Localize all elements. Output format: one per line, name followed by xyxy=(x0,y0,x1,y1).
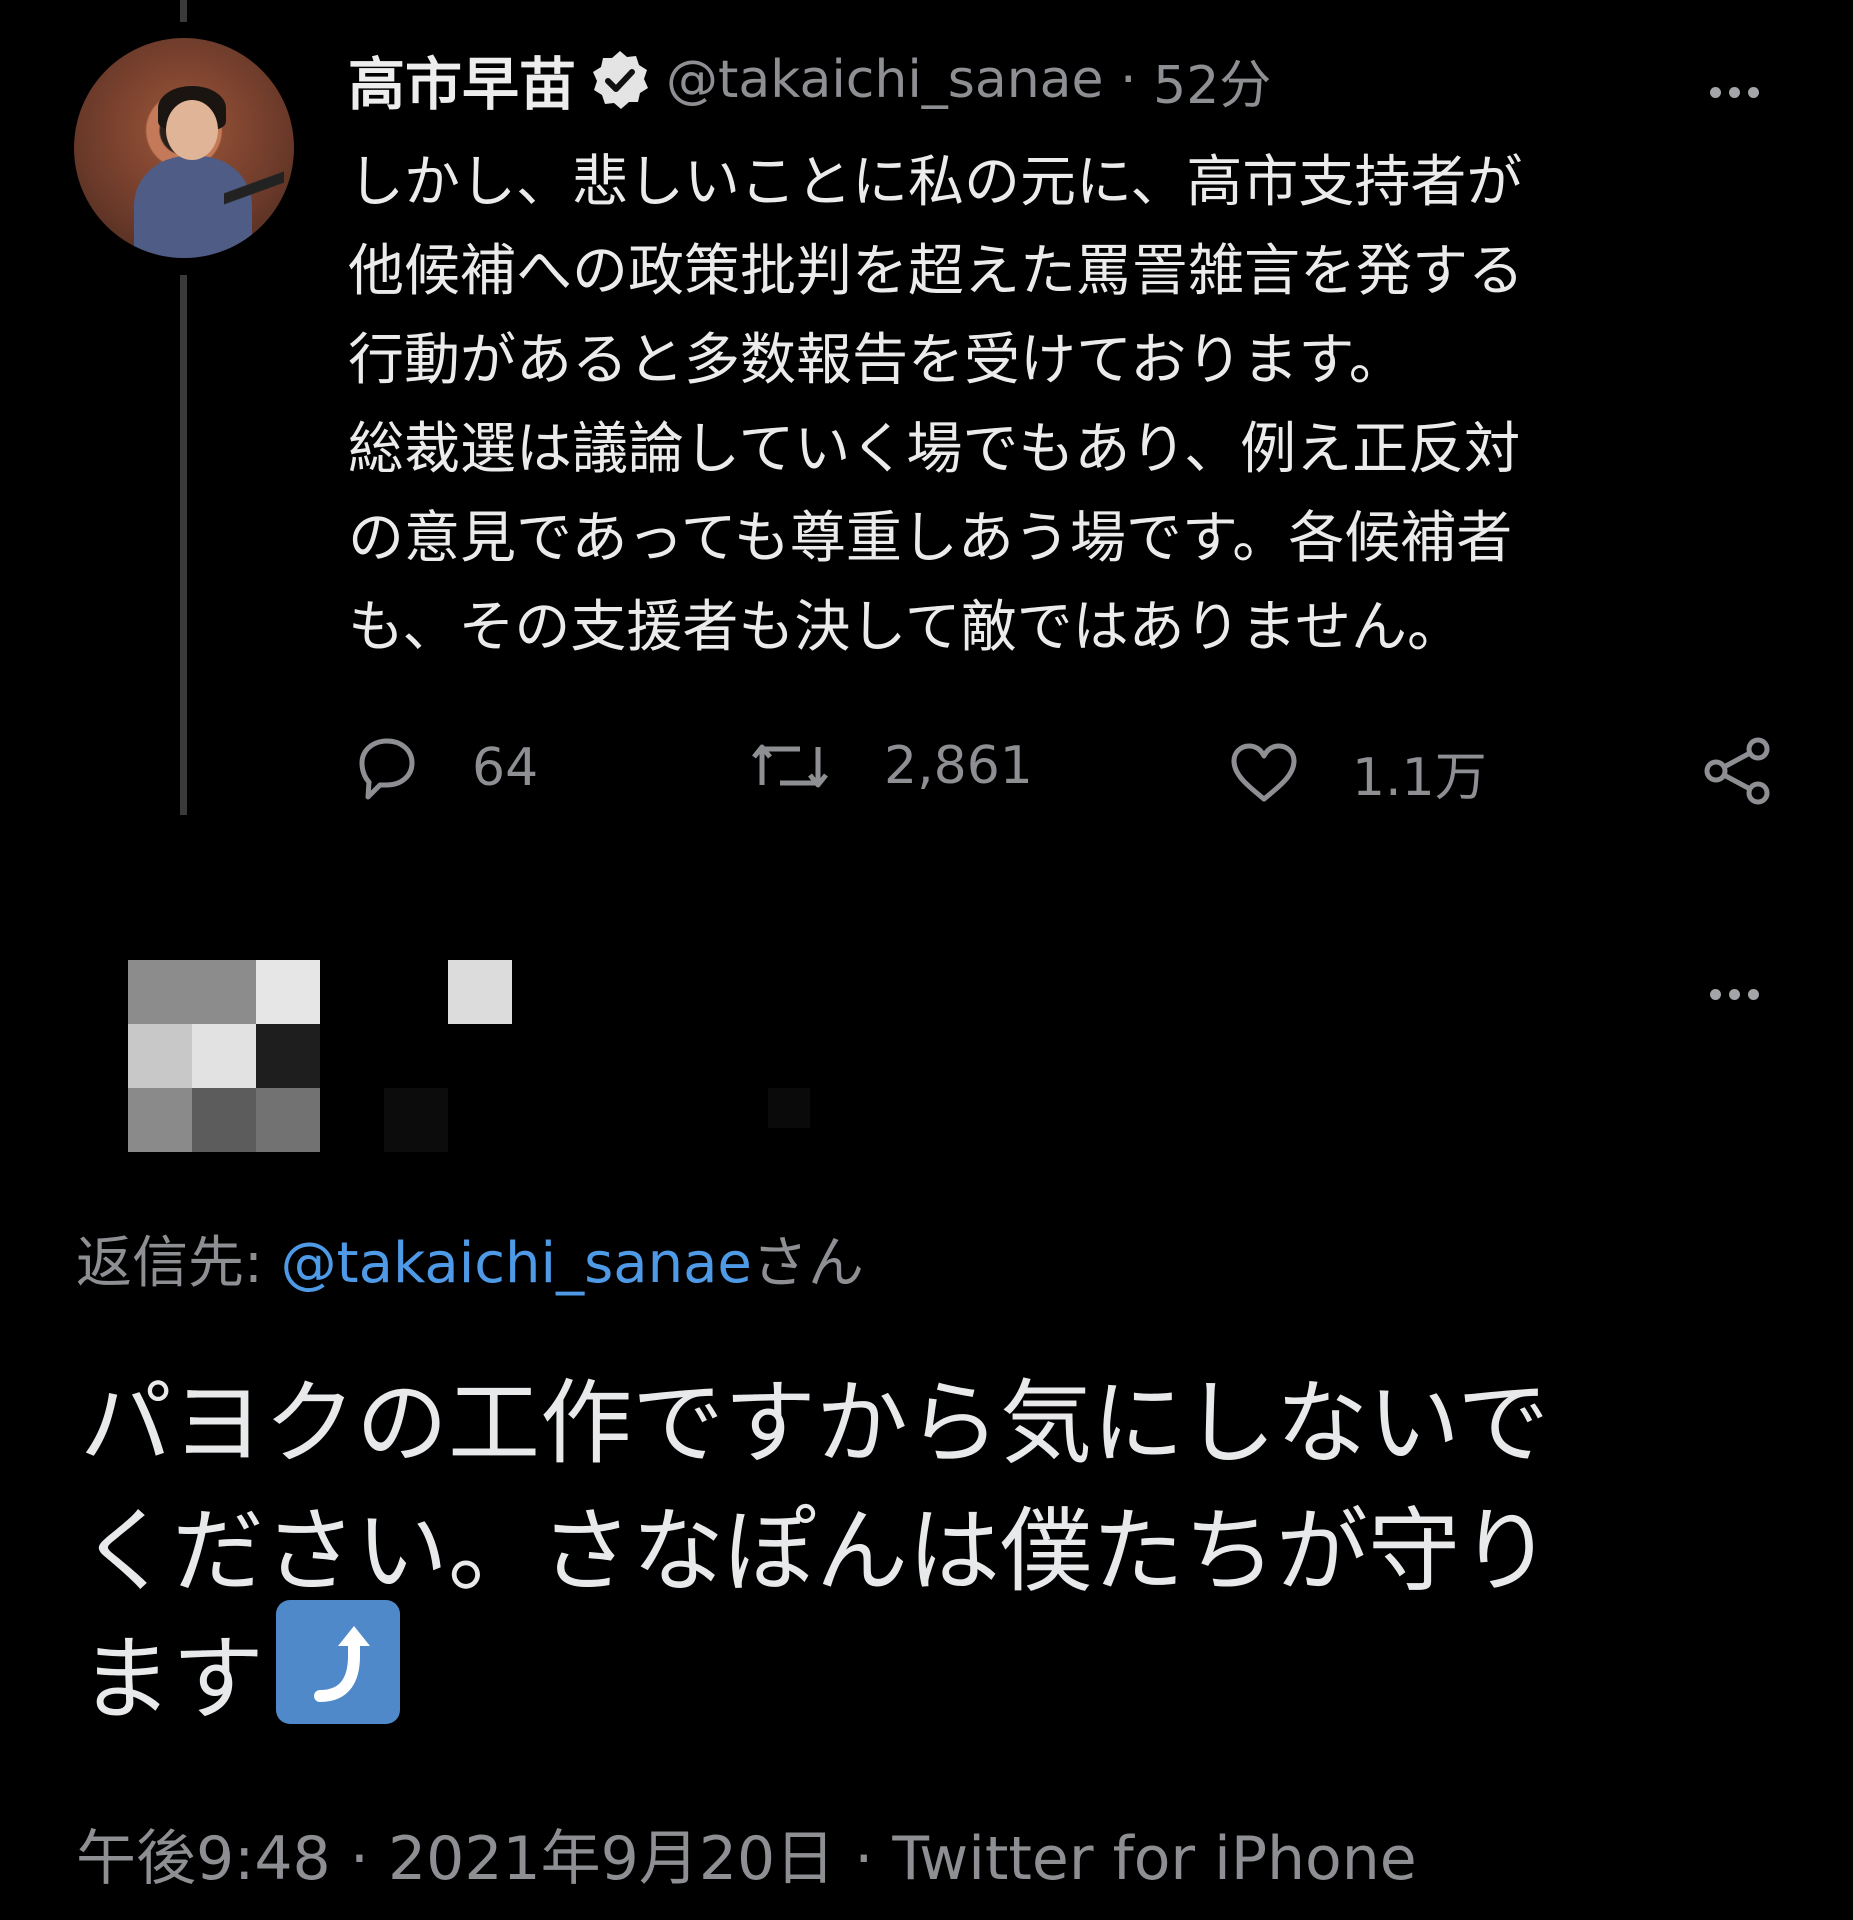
tweet-header: 高市早苗 @takaichi_sanae · 52分 xyxy=(348,40,1271,120)
tweet-text: しかし、悲しいことに私の元に、高市支持者が 他候補への政策批判を超えた罵詈雑言を発… xyxy=(348,138,1768,672)
retweet-count: 2,861 xyxy=(884,736,1033,796)
thread-line xyxy=(180,275,187,815)
tweet-text-line: も、その支援者も決して敵ではありません。 xyxy=(348,595,1463,660)
share-icon xyxy=(1704,737,1770,805)
like-button[interactable]: 1.1万 xyxy=(1228,735,1487,810)
reply-more-icon[interactable] xyxy=(1706,964,1763,1010)
like-count: 1.1万 xyxy=(1352,748,1487,808)
reply-to-line: 返信先: @takaichi_sanaeさん xyxy=(76,1218,864,1299)
share-button[interactable] xyxy=(1702,735,1826,807)
reply-date[interactable]: 2021年9月20日 xyxy=(388,1824,835,1894)
tweet-text-line: の意見であっても尊重しあう場です。各候補者 xyxy=(348,506,1513,571)
tweet-actions: 64 2,861 1.1万 xyxy=(0,735,1853,815)
reply-text-line: パヨクの工作ですから気にしないで xyxy=(80,1370,1550,1477)
reply-author-handle-pixelated-2 xyxy=(768,1088,810,1128)
reply-footer: 午後9:48 · 2021年9月20日 · Twitter for iPhone xyxy=(76,1810,1417,1897)
reply-count: 64 xyxy=(472,738,539,798)
author-avatar[interactable] xyxy=(74,38,294,258)
like-icon xyxy=(1231,743,1297,801)
reply-text-line: ください。さなぽんは僕たちが守り xyxy=(80,1498,1553,1605)
retweet-button[interactable]: 2,861 xyxy=(748,735,1033,797)
tweet-text-line: 総裁選は議論していく場でもあり、例え正反対 xyxy=(348,417,1521,482)
meta-separator: · xyxy=(1103,50,1154,110)
more-icon[interactable] xyxy=(1706,62,1763,108)
tweet-text-line: 行動があると多数報告を受けております。 xyxy=(348,328,1405,393)
reply-text: パヨクの工作ですから気にしないで ください。さなぽんは僕たちが守り ます xyxy=(80,1360,1780,1744)
author-name[interactable]: 高市早苗 xyxy=(348,39,576,121)
reply-time[interactable]: 午後9:48 xyxy=(76,1824,331,1894)
reply-to-mention[interactable]: @takaichi_sanae xyxy=(281,1231,752,1296)
arrow-up-emoji-icon xyxy=(276,1600,401,1724)
reply-client[interactable]: Twitter for iPhone xyxy=(892,1824,1416,1894)
verified-badge-icon xyxy=(593,51,648,109)
reply-to-prefix: 返信先: xyxy=(76,1231,281,1296)
reply-text-line-last: ます xyxy=(80,1600,1780,1744)
footer-separator: · xyxy=(835,1824,893,1894)
reply-icon xyxy=(359,738,415,800)
reply-avatar-pixelated[interactable] xyxy=(128,960,320,1152)
footer-separator: · xyxy=(330,1824,388,1894)
tweet-text-line: しかし、悲しいことに私の元に、高市支持者が xyxy=(348,150,1523,215)
tweet-time[interactable]: 52分 xyxy=(1153,43,1271,118)
reply-text-line: ます xyxy=(80,1626,265,1733)
reply-author-name-pixelated[interactable] xyxy=(448,960,512,1024)
retweet-icon xyxy=(752,744,828,788)
thread-line-top xyxy=(180,0,187,22)
reply-button[interactable]: 64 xyxy=(350,735,538,801)
reply-to-suffix: さん xyxy=(751,1231,864,1296)
tweet-text-line: 他候補への政策批判を超えた罵詈雑言を発する xyxy=(348,239,1524,304)
author-handle[interactable]: @takaichi_sanae xyxy=(666,50,1104,110)
reply-author-handle-pixelated xyxy=(384,1088,448,1152)
